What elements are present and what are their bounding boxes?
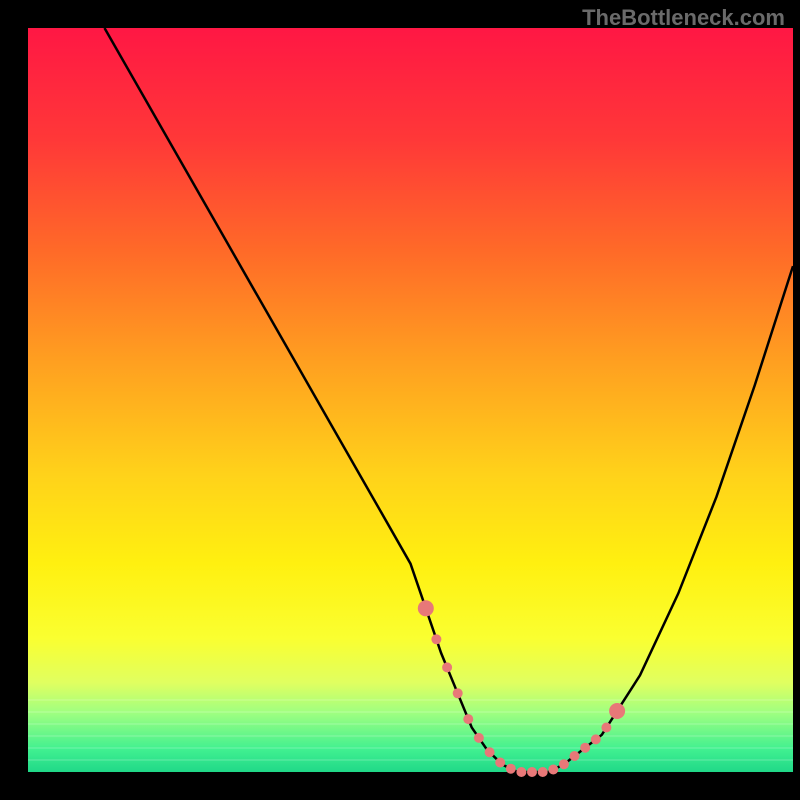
chart-gradient-bg [28,28,793,772]
chart-svg [0,0,800,800]
watermark-label: TheBottleneck.com [582,5,785,31]
bottleneck-chart [0,0,800,800]
